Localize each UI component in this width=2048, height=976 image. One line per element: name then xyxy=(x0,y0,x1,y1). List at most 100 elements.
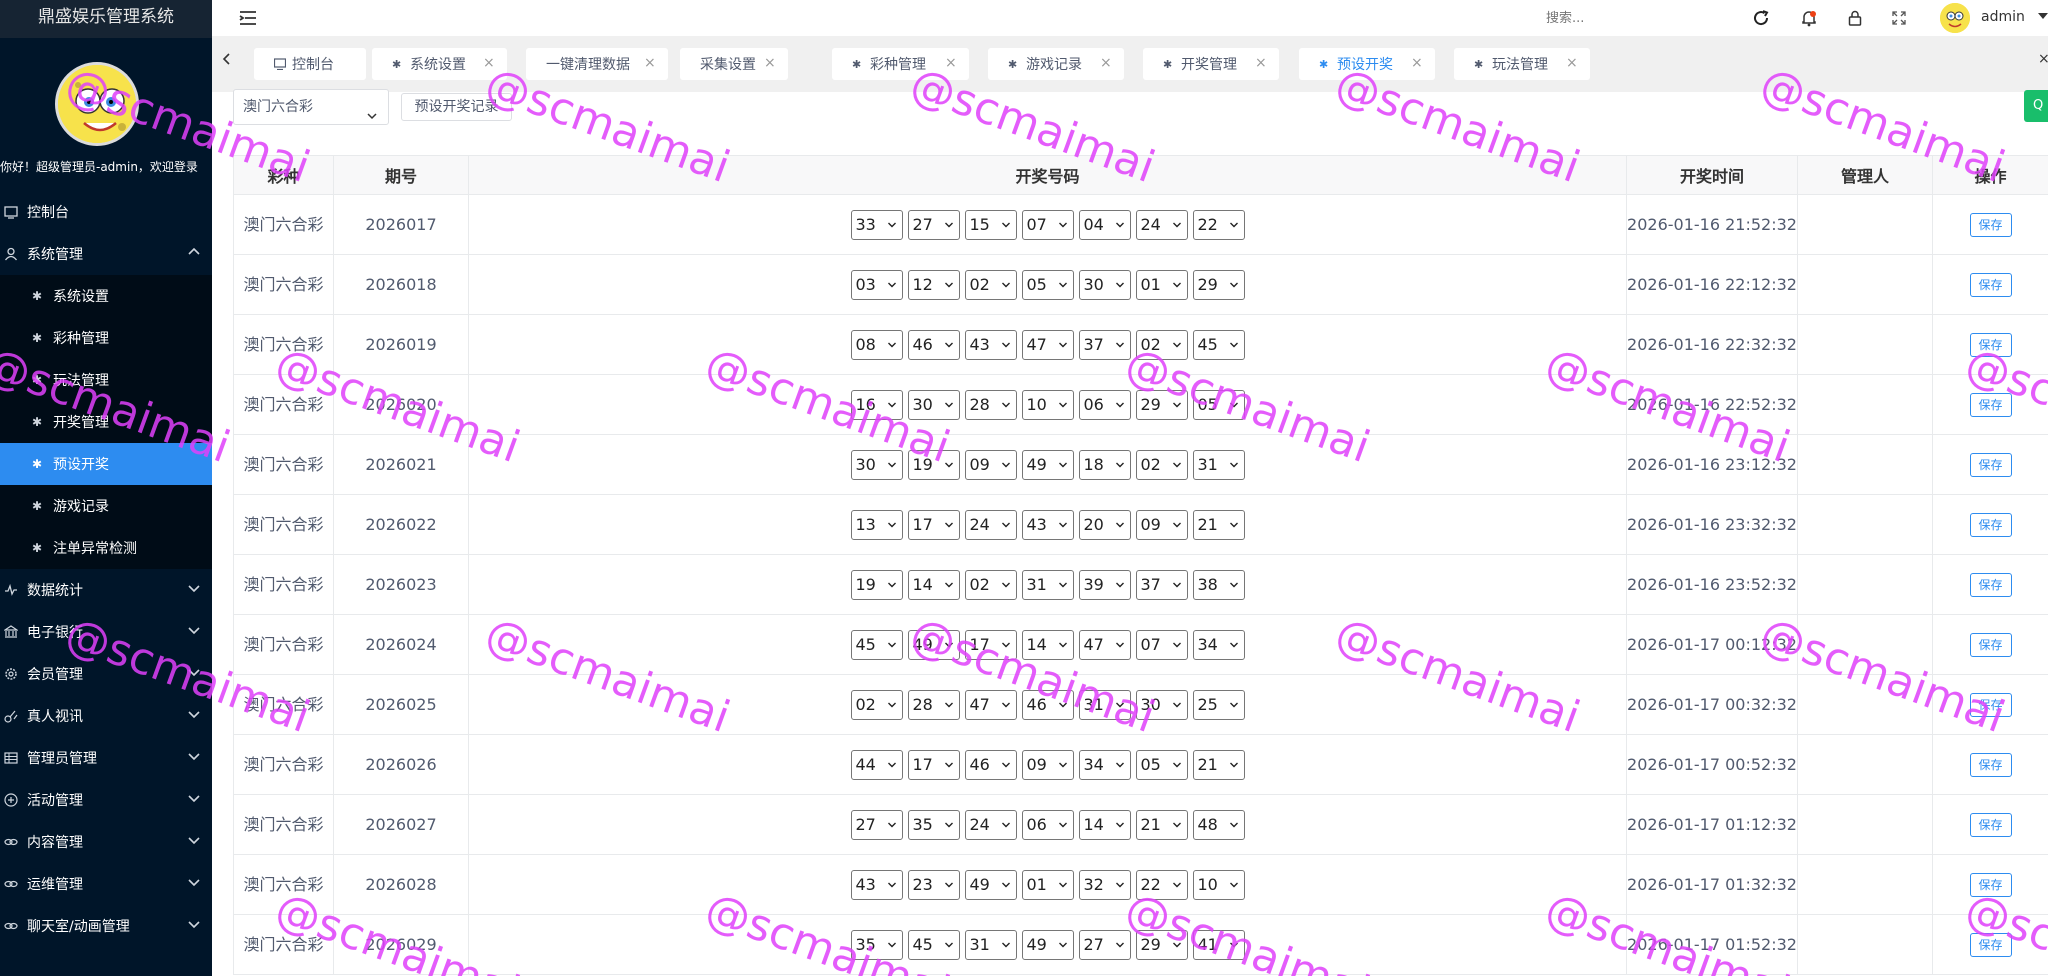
number-select[interactable]: 43 xyxy=(1021,509,1074,540)
number-select[interactable]: 34 xyxy=(1192,629,1245,660)
number-select[interactable]: 49 xyxy=(1021,449,1074,480)
tab-draw-management[interactable]: ✱ 开奖管理 × xyxy=(1143,48,1279,80)
sidebar-item-statistics[interactable]: 数据统计 xyxy=(0,569,212,611)
number-select[interactable]: 20 xyxy=(1078,509,1131,540)
save-button[interactable]: 保存 xyxy=(1969,692,2012,717)
save-button[interactable]: 保存 xyxy=(1969,932,2012,957)
save-button[interactable]: 保存 xyxy=(1969,632,2012,657)
number-select[interactable]: 46 xyxy=(964,749,1017,780)
number-select[interactable]: 41 xyxy=(1192,929,1245,960)
close-icon[interactable]: × xyxy=(1411,56,1423,70)
sidebar-item-content[interactable]: 内容管理 xyxy=(0,821,212,863)
number-select[interactable]: 45 xyxy=(850,629,903,660)
sidebar-item-activities[interactable]: 活动管理 xyxy=(0,779,212,821)
number-select[interactable]: 28 xyxy=(964,389,1017,420)
lock-icon[interactable] xyxy=(1844,7,1866,29)
number-select[interactable]: 01 xyxy=(1021,869,1074,900)
save-button[interactable]: 保存 xyxy=(1969,272,2012,297)
save-button[interactable]: 保存 xyxy=(1969,752,2012,777)
number-select[interactable]: 09 xyxy=(1021,749,1074,780)
number-select[interactable]: 12 xyxy=(907,269,960,300)
number-select[interactable]: 43 xyxy=(964,329,1017,360)
number-select[interactable]: 22 xyxy=(1192,209,1245,240)
number-select[interactable]: 47 xyxy=(964,689,1017,720)
save-button[interactable]: 保存 xyxy=(1969,392,2012,417)
number-select[interactable]: 21 xyxy=(1192,749,1245,780)
close-icon[interactable]: × xyxy=(483,56,495,70)
number-select[interactable]: 09 xyxy=(964,449,1017,480)
number-select[interactable]: 31 xyxy=(1021,569,1074,600)
number-select[interactable]: 17 xyxy=(907,749,960,780)
number-select[interactable]: 31 xyxy=(1078,689,1131,720)
close-icon[interactable]: × xyxy=(945,56,957,70)
number-select[interactable]: 48 xyxy=(1192,809,1245,840)
number-select[interactable]: 02 xyxy=(964,269,1017,300)
sidebar-item-admins[interactable]: 管理员管理 xyxy=(0,737,212,779)
number-select[interactable]: 30 xyxy=(850,449,903,480)
search-input[interactable] xyxy=(1546,7,1686,29)
number-select[interactable]: 30 xyxy=(907,389,960,420)
number-select[interactable]: 04 xyxy=(1078,209,1131,240)
tab-game-records[interactable]: ✱ 游戏记录 × xyxy=(988,48,1124,80)
sidebar-subitem-preset-draw[interactable]: ✱ 预设开奖 xyxy=(0,443,212,485)
sidebar-item-live-video[interactable]: 真人视讯 xyxy=(0,695,212,737)
number-select[interactable]: 43 xyxy=(850,869,903,900)
number-select[interactable]: 21 xyxy=(1135,809,1188,840)
number-select[interactable]: 18 xyxy=(1078,449,1131,480)
number-select[interactable]: 21 xyxy=(1192,509,1245,540)
number-select[interactable]: 02 xyxy=(964,569,1017,600)
number-select[interactable]: 22 xyxy=(1135,869,1188,900)
number-select[interactable]: 34 xyxy=(1078,749,1131,780)
number-select[interactable]: 09 xyxy=(1135,509,1188,540)
sidebar-subitem-draw-management[interactable]: ✱ 开奖管理 xyxy=(0,401,212,443)
close-icon[interactable]: × xyxy=(1255,56,1267,70)
sidebar-subitem-play-rules[interactable]: ✱ 玩法管理 xyxy=(0,359,212,401)
close-icon[interactable]: × xyxy=(1100,56,1112,70)
number-select[interactable]: 29 xyxy=(1135,929,1188,960)
number-select[interactable]: 15 xyxy=(964,209,1017,240)
number-select[interactable]: 24 xyxy=(964,509,1017,540)
number-select[interactable]: 17 xyxy=(907,509,960,540)
number-select[interactable]: 39 xyxy=(1078,569,1131,600)
save-button[interactable]: 保存 xyxy=(1969,812,2012,837)
number-select[interactable]: 02 xyxy=(850,689,903,720)
save-button[interactable]: 保存 xyxy=(1969,872,2012,897)
sidebar-item-system[interactable]: 系统管理 xyxy=(0,233,212,275)
number-select[interactable]: 46 xyxy=(1021,689,1074,720)
tab-play-rules[interactable]: ✱ 玩法管理 × xyxy=(1454,48,1590,80)
number-select[interactable]: 10 xyxy=(1192,869,1245,900)
close-all-icon[interactable]: × xyxy=(2038,51,2048,67)
save-button[interactable]: 保存 xyxy=(1969,452,2012,477)
number-select[interactable]: 17 xyxy=(964,629,1017,660)
tab-lottery-types[interactable]: ✱ 彩种管理 × xyxy=(832,48,969,80)
number-select[interactable]: 35 xyxy=(850,929,903,960)
number-select[interactable]: 35 xyxy=(907,809,960,840)
query-button[interactable]: Q xyxy=(2024,90,2048,122)
tab-dashboard[interactable]: 控制台 xyxy=(254,48,366,80)
number-select[interactable]: 28 xyxy=(907,689,960,720)
number-select[interactable]: 16 xyxy=(850,389,903,420)
fullscreen-icon[interactable] xyxy=(1888,7,1910,29)
close-icon[interactable]: × xyxy=(1566,56,1578,70)
number-select[interactable]: 14 xyxy=(1078,809,1131,840)
number-select[interactable]: 02 xyxy=(1135,449,1188,480)
tab-system-settings[interactable]: ✱ 系统设置 × xyxy=(372,48,507,80)
tab-collect-settings[interactable]: 采集设置 × xyxy=(680,48,788,80)
number-select[interactable]: 30 xyxy=(1135,689,1188,720)
number-select[interactable]: 45 xyxy=(907,929,960,960)
number-select[interactable]: 06 xyxy=(1078,389,1131,420)
number-select[interactable]: 27 xyxy=(1078,929,1131,960)
number-select[interactable]: 24 xyxy=(1135,209,1188,240)
number-select[interactable]: 49 xyxy=(907,629,960,660)
number-select[interactable]: 27 xyxy=(907,209,960,240)
number-select[interactable]: 32 xyxy=(1078,869,1131,900)
number-select[interactable]: 29 xyxy=(1135,389,1188,420)
close-icon[interactable]: × xyxy=(644,56,656,70)
number-select[interactable]: 08 xyxy=(850,329,903,360)
bell-icon[interactable] xyxy=(1798,7,1820,29)
number-select[interactable]: 06 xyxy=(1021,809,1074,840)
number-select[interactable]: 27 xyxy=(850,809,903,840)
number-select[interactable]: 25 xyxy=(1192,689,1245,720)
save-button[interactable]: 保存 xyxy=(1969,332,2012,357)
sidebar-item-ebank[interactable]: 电子银行 xyxy=(0,611,212,653)
